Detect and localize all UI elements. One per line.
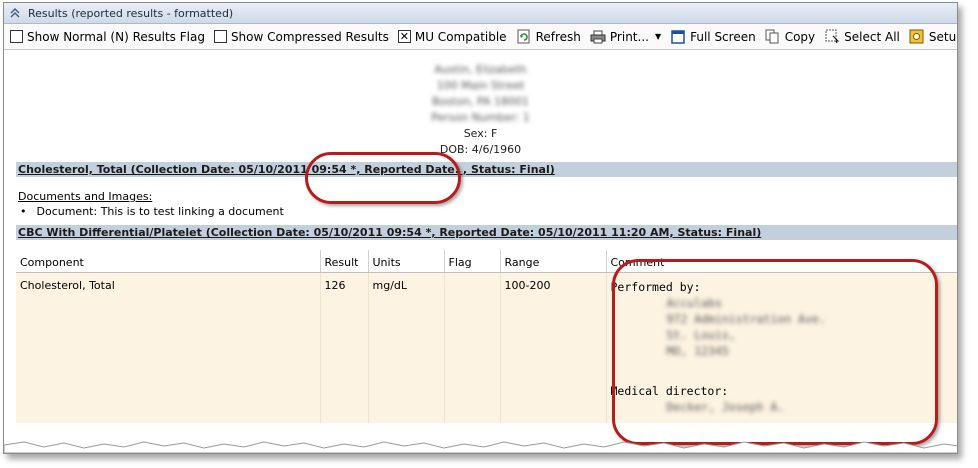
patient-header: Austin, Elizabeth 100 Main Street Boston… (4, 62, 957, 158)
table-row: Cholesterol, Total 126 mg/dL 100-200 Per… (16, 272, 957, 423)
patient-address-line1: 100 Main Street (436, 79, 525, 92)
medical-director-name: Decker, Joseph A. (666, 400, 785, 414)
show-normal-flag-checkbox[interactable]: Show Normal (N) Results Flag (10, 27, 205, 47)
copy-icon (765, 29, 781, 45)
lab-address-line1: 972 Administration Ave. (666, 312, 826, 326)
print-button[interactable]: Print... ▼ (590, 27, 661, 47)
lab-address-line3: MO, 12345 (666, 344, 729, 358)
full-screen-label: Full Screen (690, 29, 756, 44)
show-compressed-label: Show Compressed Results (230, 29, 389, 44)
column-header-result: Result (320, 250, 369, 273)
document-item-label: Document: This is to test linking a docu… (36, 205, 284, 218)
cholesterol-section-header[interactable]: Cholesterol, Total (Collection Date: 05/… (16, 162, 957, 177)
print-label: Print... (609, 29, 649, 44)
table-header-row: Component Result Units Flag Range Commen… (16, 250, 957, 273)
toolbar: Show Normal (N) Results Flag Show Compre… (4, 24, 957, 50)
select-all-label: Select All (844, 29, 900, 44)
window-title: Results (reported results - formatted) (28, 6, 234, 20)
checkbox-checked-box[interactable]: ✕ (397, 30, 411, 43)
select-all-button[interactable]: Select All (824, 27, 900, 47)
refresh-label: Refresh (535, 29, 581, 44)
column-header-component: Component (16, 250, 321, 273)
copy-button[interactable]: Copy (765, 27, 815, 47)
cbc-section-header[interactable]: CBC With Differential/Platelet (Collecti… (16, 225, 957, 240)
document-item[interactable]: Document: This is to test linking a docu… (20, 204, 957, 219)
patient-person-number: Person Number: 1 (431, 111, 530, 124)
documents-section: Documents and Images: Document: This is … (18, 189, 957, 219)
cell-range: 100-200 (500, 272, 607, 423)
torn-edge (4, 441, 957, 453)
column-header-comment: Comment (606, 250, 957, 273)
mu-compatible-label: MU Compatible (414, 29, 507, 44)
column-header-units: Units (368, 250, 445, 273)
setup-button[interactable]: Setup... (909, 27, 957, 47)
title-bar: Results (reported results - formatted) (4, 3, 957, 24)
setup-label: Setup... (928, 29, 957, 44)
full-screen-icon (670, 29, 686, 45)
results-content: Austin, Elizabeth 100 Main Street Boston… (4, 62, 957, 423)
performed-by-label: Performed by: (610, 280, 701, 294)
refresh-icon (516, 29, 532, 45)
printer-icon (590, 29, 606, 45)
medical-director-label: Medical director: (610, 384, 729, 398)
patient-sex: Sex: F (463, 127, 498, 140)
collapse-chevron-icon[interactable] (8, 6, 22, 20)
column-header-range: Range (500, 250, 607, 273)
mu-compatible-checkbox[interactable]: ✕ MU Compatible (397, 27, 507, 47)
cell-units: mg/dL (368, 272, 445, 423)
copy-label: Copy (784, 29, 816, 44)
checkbox-box[interactable] (213, 30, 227, 43)
patient-name: Austin, Elizabeth (434, 63, 527, 76)
cell-result: 126 (320, 272, 369, 423)
print-dropdown-chevron-icon[interactable]: ▼ (655, 32, 661, 41)
cell-component: Cholesterol, Total (16, 272, 321, 423)
patient-address-line2: Boston, PA 18001 (432, 95, 529, 108)
results-window: Results (reported results - formatted) S… (3, 2, 958, 454)
full-screen-button[interactable]: Full Screen (670, 27, 756, 47)
checkbox-box[interactable] (10, 30, 23, 43)
lab-name: Acculabs (666, 296, 722, 310)
show-normal-flag-label: Show Normal (N) Results Flag (27, 29, 205, 44)
cell-flag (444, 272, 501, 423)
select-all-icon (824, 29, 840, 45)
show-compressed-checkbox[interactable]: Show Compressed Results (213, 27, 389, 47)
lab-address-line2: St. Louis, (666, 328, 736, 342)
setup-icon (909, 29, 925, 45)
patient-dob: DOB: 4/6/1960 (439, 143, 522, 156)
cell-comment: Performed by: Acculabs 972 Administratio… (606, 272, 957, 423)
column-header-flag: Flag (444, 250, 501, 273)
refresh-button[interactable]: Refresh (516, 27, 581, 47)
results-table: Component Result Units Flag Range Commen… (16, 250, 957, 423)
documents-header[interactable]: Documents and Images: (18, 189, 957, 204)
documents-list: Document: This is to test linking a docu… (20, 204, 957, 219)
